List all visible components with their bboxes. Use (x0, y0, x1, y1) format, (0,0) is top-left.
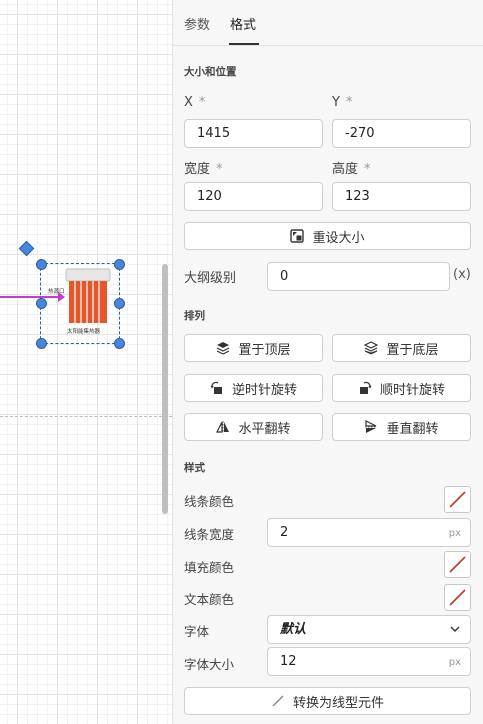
panel-scrollbar[interactable] (158, 0, 172, 724)
required-mark: * (198, 95, 206, 110)
shape-port-label: 热源口 (48, 289, 65, 295)
bring-to-front-button[interactable]: 置于顶层 (184, 334, 323, 362)
format-panel: 参数 格式 大小和位置 X * Y * 1415 -270 宽度 * 高度 * 120 … (172, 0, 483, 724)
line-width-label: 线条宽度 (184, 527, 235, 542)
width-input[interactable]: 120 (184, 182, 323, 211)
resize-handle-w[interactable] (36, 298, 47, 309)
required-mark: * (364, 162, 371, 177)
x-label: X * (184, 95, 205, 110)
convert-to-line-shape-label: 转换为线型元件 (292, 695, 384, 711)
reset-size-icon (290, 229, 305, 243)
rotate-cw-label: 顺时针旋转 (379, 382, 445, 398)
font-size-input[interactable]: 12 px (267, 647, 471, 676)
active-tab-indicator (229, 43, 259, 45)
font-size-label: 字体大小 (184, 657, 235, 672)
section-title-style: 样式 (184, 462, 205, 474)
fill-color-swatch[interactable] (444, 551, 471, 578)
line-color-swatch[interactable] (444, 486, 471, 513)
rotate-cw-icon (358, 381, 372, 395)
rotate-ccw-button[interactable]: 逆时针旋转 (184, 374, 323, 402)
width-label-text: 宽度 (184, 162, 211, 177)
required-mark: * (216, 162, 223, 177)
bring-to-front-label: 置于顶层 (238, 342, 291, 358)
text-color-swatch[interactable] (444, 584, 471, 611)
text-color-label: 文本颜色 (184, 592, 235, 607)
width-label: 宽度 * (184, 158, 223, 177)
outline-level-input[interactable]: 0 (267, 262, 450, 291)
font-label: 字体 (184, 624, 210, 639)
tab-parameters[interactable]: 参数 (184, 14, 210, 33)
reset-size-button[interactable]: 重设大小 (184, 222, 471, 250)
send-to-back-button[interactable]: 置于底层 (332, 334, 471, 362)
section-title-size-position: 大小和位置 (184, 66, 237, 78)
y-label-text: Y (332, 95, 340, 110)
bring-to-front-icon (216, 341, 230, 355)
y-label: Y * (332, 95, 352, 110)
rotate-ccw-icon (210, 381, 224, 395)
flip-horizontal-button[interactable]: 水平翻转 (184, 413, 323, 441)
x-label-text: X (184, 95, 193, 110)
resize-handle-sw[interactable] (36, 338, 47, 349)
scrollbar-thumb[interactable] (162, 264, 168, 514)
rotate-handle[interactable] (18, 240, 35, 257)
line-width-unit: px (448, 528, 461, 539)
resize-handle-se[interactable] (114, 338, 125, 349)
resize-handle-ne[interactable] (114, 259, 125, 270)
solar-collector-shape[interactable] (64, 268, 112, 324)
diagram-canvas[interactable]: 热源口 太阳能集热器 (0, 0, 172, 724)
font-size-unit: px (448, 657, 461, 668)
outline-level-label: 大纲级别 (184, 271, 237, 286)
flip-vertical-button[interactable]: 垂直翻转 (332, 413, 471, 441)
tab-format[interactable]: 格式 (230, 14, 256, 33)
flip-horizontal-label: 水平翻转 (238, 421, 291, 437)
page-break-line (0, 416, 172, 417)
reset-size-label: 重设大小 (312, 230, 365, 246)
height-input[interactable]: 123 (332, 182, 471, 211)
resize-handle-nw[interactable] (36, 259, 47, 270)
font-size-value: 12 (280, 654, 297, 669)
line-width-input[interactable]: 2 px (267, 518, 471, 547)
no-color-slash-icon (449, 491, 466, 508)
line-color-label: 线条颜色 (184, 494, 235, 509)
line-width-value: 2 (280, 525, 289, 540)
section-title-arrange: 排列 (184, 310, 205, 322)
no-color-slash-icon (449, 589, 466, 606)
y-input[interactable]: -270 (332, 119, 471, 148)
rotate-cw-button[interactable]: 顺时针旋转 (332, 374, 471, 402)
send-to-back-icon (364, 341, 379, 355)
flip-vertical-icon (364, 420, 378, 434)
outline-level-suffix: (x) (453, 267, 471, 282)
send-to-back-label: 置于底层 (386, 342, 439, 358)
rotate-ccw-label: 逆时针旋转 (231, 382, 297, 398)
no-color-slash-icon (449, 556, 466, 573)
resize-handle-e[interactable] (114, 298, 125, 309)
font-select[interactable]: 默认 (267, 615, 471, 644)
line-shape-icon (271, 694, 285, 708)
shape-caption: 太阳能集热器 (67, 329, 101, 335)
convert-to-line-shape-button[interactable]: 转换为线型元件 (184, 687, 471, 715)
flip-vertical-label: 垂直翻转 (386, 421, 439, 437)
height-label-text: 高度 (332, 162, 359, 177)
font-select-value: 默认 (280, 622, 307, 637)
chevron-down-icon (450, 616, 460, 633)
flip-horizontal-icon (216, 420, 230, 434)
x-input[interactable]: 1415 (184, 119, 323, 148)
height-label: 高度 * (332, 158, 371, 177)
panel-tabs: 参数 格式 (173, 0, 483, 46)
fill-color-label: 填充颜色 (184, 560, 235, 575)
required-mark: * (345, 95, 353, 110)
